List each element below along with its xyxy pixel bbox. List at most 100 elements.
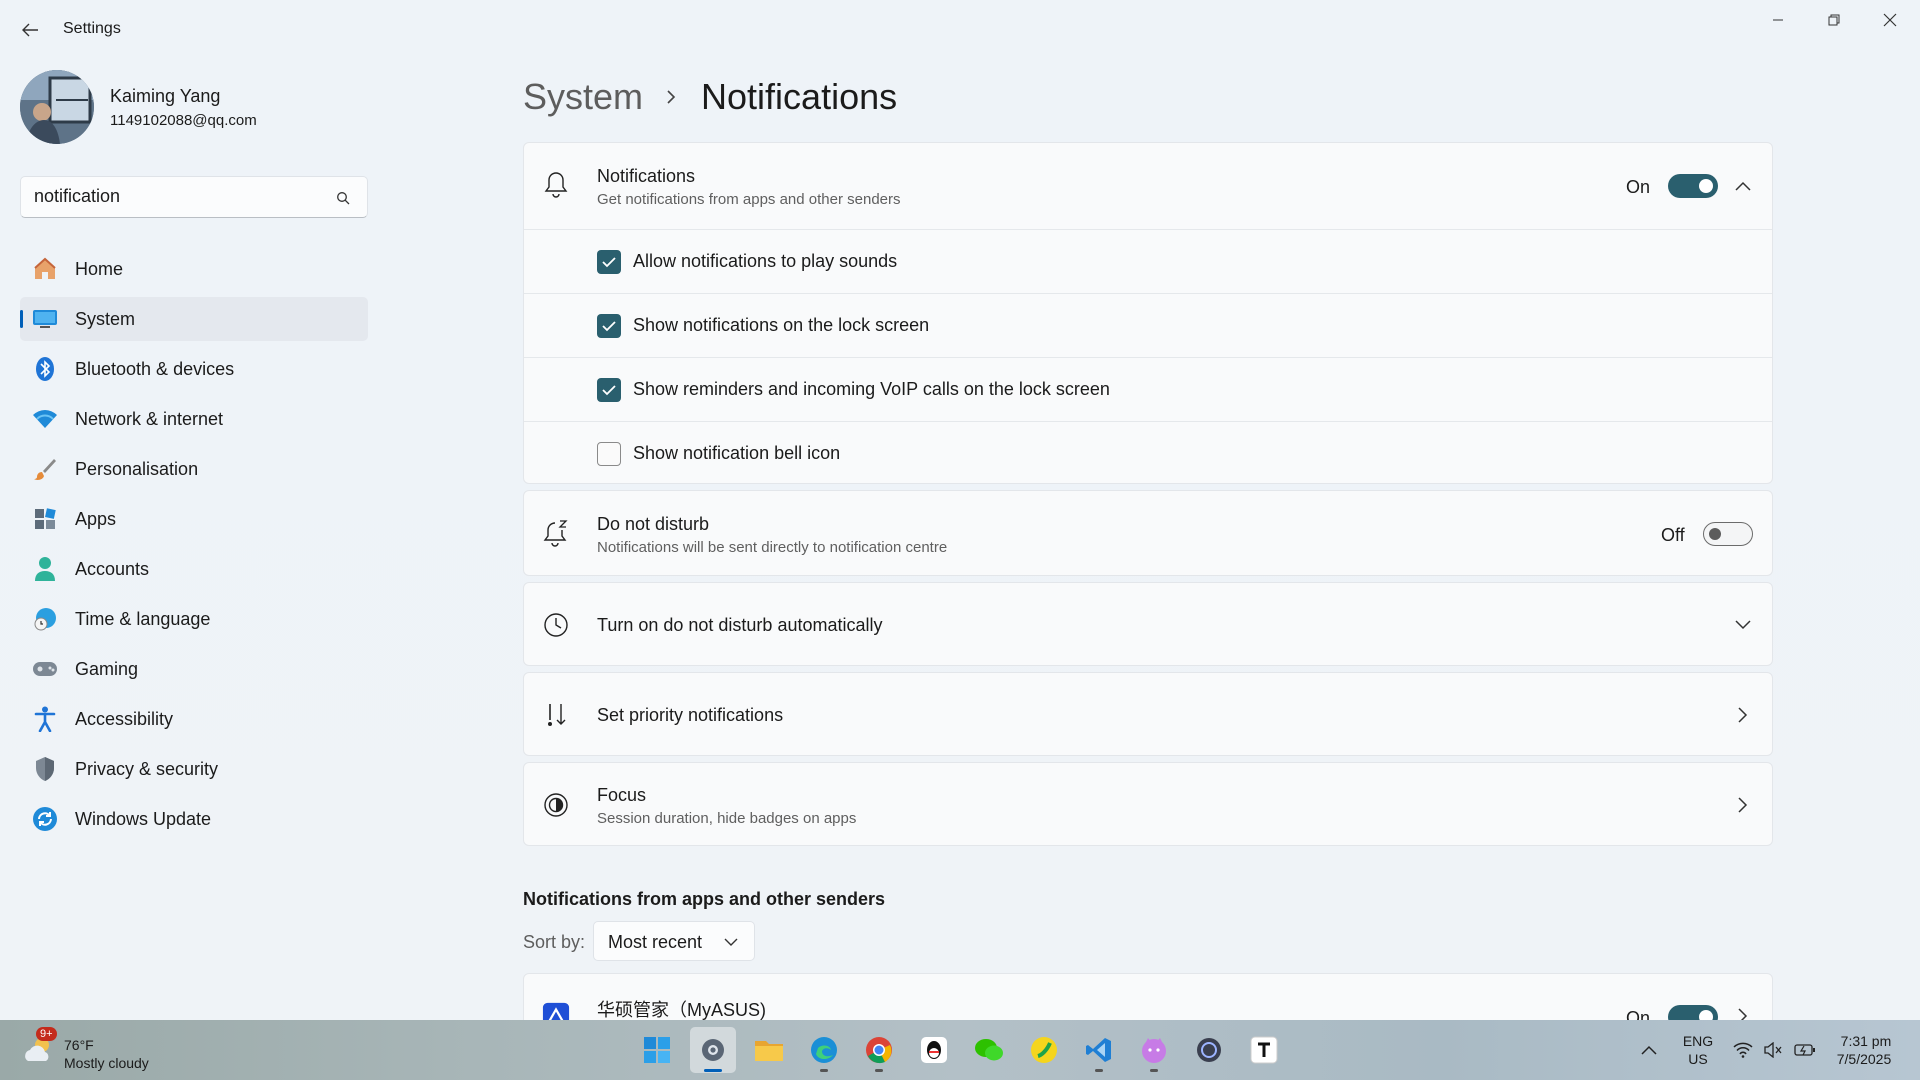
restore-button[interactable] (1806, 0, 1862, 40)
weather-widget[interactable]: 9+ 76°F Mostly cloudy (18, 1027, 168, 1073)
cat-app-icon[interactable] (1131, 1027, 1177, 1073)
dnd-subtitle: Notifications will be sent directly to n… (597, 539, 948, 556)
typora-icon[interactable] (1241, 1027, 1287, 1073)
breadcrumb: System Notifications (523, 72, 897, 122)
file-explorer-icon[interactable] (746, 1027, 792, 1073)
sidebar-item-home[interactable]: Home (20, 247, 368, 291)
wifi-icon[interactable] (1728, 1020, 1758, 1080)
vscode-icon[interactable] (1076, 1027, 1122, 1073)
sidebar-item-apps[interactable]: Apps (20, 497, 368, 541)
checkbox-play-sounds[interactable] (597, 250, 621, 274)
settings-icon[interactable] (690, 1027, 736, 1073)
accessibility-icon (32, 706, 58, 732)
do-not-disturb-card: Do not disturb Notifications will be sen… (523, 490, 1773, 576)
settings-window: Settings Kaiming Yang 1149102088@qq.com (0, 0, 1920, 1020)
focus-icon (542, 791, 570, 819)
sort-dropdown-value: Most recent (608, 932, 703, 952)
edge-icon[interactable] (801, 1027, 847, 1073)
clock-icon (542, 611, 570, 639)
title-bar: Settings (0, 0, 1920, 60)
clock[interactable]: 7:31 pm 7/5/2025 (1828, 1020, 1900, 1080)
sidebar-item-time-language[interactable]: Time & language (20, 597, 368, 641)
sidebar-item-accessibility[interactable]: Accessibility (20, 697, 368, 741)
focus-subtitle: Session duration, hide badges on apps (597, 810, 857, 827)
sidebar-item-accounts[interactable]: Accounts (20, 547, 368, 591)
sidebar-item-personalisation[interactable]: Personalisation (20, 447, 368, 491)
taskbar: 9+ 76°F Mostly cloudy ENG US 7:31 pm 7/5… (0, 1020, 1920, 1080)
auto-dnd-title: Turn on do not disturb automatically (597, 615, 883, 635)
qq-icon[interactable] (911, 1027, 957, 1073)
user-name: Kaiming Yang (110, 86, 221, 106)
chevron-right-icon[interactable] (1733, 795, 1753, 815)
app-row-myasus[interactable]: 华硕管家（MyASUS) On (523, 973, 1773, 1020)
close-button[interactable] (1862, 0, 1918, 40)
sidebar-item-gaming[interactable]: Gaming (20, 647, 368, 691)
minimize-icon (1773, 19, 1783, 21)
app-state: On (1626, 1008, 1651, 1020)
checkbox-label: Show reminders and incoming VoIP calls o… (633, 379, 1110, 399)
notifications-subtitle: Get notifications from apps and other se… (597, 191, 901, 208)
avatar (20, 70, 94, 144)
dnd-title: Do not disturb (597, 514, 710, 534)
notifications-header[interactable]: Notifications Get notifications from app… (524, 143, 1772, 229)
app-icon[interactable] (1021, 1027, 1067, 1073)
checkbox-bell-icon[interactable] (597, 442, 621, 466)
language-code: ENG (1682, 1033, 1714, 1049)
sidebar-item-windows-update[interactable]: Windows Update (20, 797, 368, 841)
dnd-toggle[interactable] (1703, 522, 1753, 546)
sidebar-item-network[interactable]: Network & internet (20, 397, 368, 441)
search-icon[interactable] (333, 188, 353, 208)
language-indicator[interactable]: ENG US (1676, 1020, 1720, 1080)
app-name: 华硕管家（MyASUS) (597, 1000, 767, 1020)
sidebar-item-label: Accessibility (75, 708, 174, 729)
system-icon (32, 306, 58, 332)
notifications-toggle[interactable] (1668, 174, 1718, 198)
weather-desc: Mostly cloudy (64, 1055, 149, 1071)
sidebar-item-privacy[interactable]: Privacy & security (20, 747, 368, 791)
search-input[interactable] (34, 186, 324, 207)
notifications-title: Notifications (597, 166, 696, 186)
chevron-up-icon[interactable] (1634, 1020, 1664, 1080)
sidebar-item-label: Gaming (75, 658, 139, 679)
chrome-icon[interactable] (856, 1027, 902, 1073)
option-row: Allow notifications to play sounds (524, 229, 1772, 293)
time: 7:31 pm (1840, 1033, 1892, 1049)
auto-dnd-card[interactable]: Turn on do not disturb automatically (523, 582, 1773, 666)
back-button[interactable] (14, 16, 46, 44)
start-icon[interactable] (634, 1027, 680, 1073)
sidebar-item-bluetooth[interactable]: Bluetooth & devices (20, 347, 368, 391)
checkbox-label: Show notifications on the lock screen (633, 315, 930, 335)
volume-muted-icon[interactable] (1758, 1020, 1788, 1080)
chevron-up-icon[interactable] (1733, 176, 1753, 196)
checkbox-lock-screen[interactable] (597, 314, 621, 338)
close-icon (1883, 13, 1897, 27)
user-email: 1149102088@qq.com (110, 112, 257, 129)
sidebar-item-label: Windows Update (75, 808, 212, 829)
focus-card[interactable]: Focus Session duration, hide badges on a… (523, 762, 1773, 846)
sort-dropdown[interactable]: Most recent (593, 921, 755, 961)
wechat-icon[interactable] (966, 1027, 1012, 1073)
minimize-button[interactable] (1750, 0, 1806, 40)
notifications-state: On (1626, 177, 1651, 197)
checkbox-voip-lock-screen[interactable] (597, 378, 621, 402)
bell-icon (542, 171, 570, 199)
breadcrumb-parent[interactable]: System (523, 76, 643, 118)
option-row: Show reminders and incoming VoIP calls o… (524, 357, 1772, 421)
battery-icon[interactable] (1790, 1020, 1820, 1080)
app-notification-toggle[interactable] (1668, 1005, 1718, 1020)
sort-by-label: Sort by: (523, 932, 586, 952)
brush-icon (32, 456, 58, 482)
chevron-down-icon[interactable] (1733, 615, 1753, 635)
sidebar-item-system[interactable]: System (20, 297, 368, 341)
app-title: Settings (63, 20, 121, 37)
sidebar-item-label: Apps (75, 508, 117, 529)
user-profile[interactable]: Kaiming Yang 1149102088@qq.com (20, 70, 400, 146)
app-dark-icon[interactable] (1186, 1027, 1232, 1073)
chevron-right-icon[interactable] (1733, 705, 1753, 725)
shield-icon (32, 756, 58, 782)
accounts-icon (32, 556, 58, 582)
sidebar-item-label: Personalisation (75, 458, 199, 479)
priority-notifications-card[interactable]: Set priority notifications (523, 672, 1773, 756)
chevron-right-icon[interactable] (1733, 1006, 1753, 1020)
check-icon (602, 321, 616, 332)
